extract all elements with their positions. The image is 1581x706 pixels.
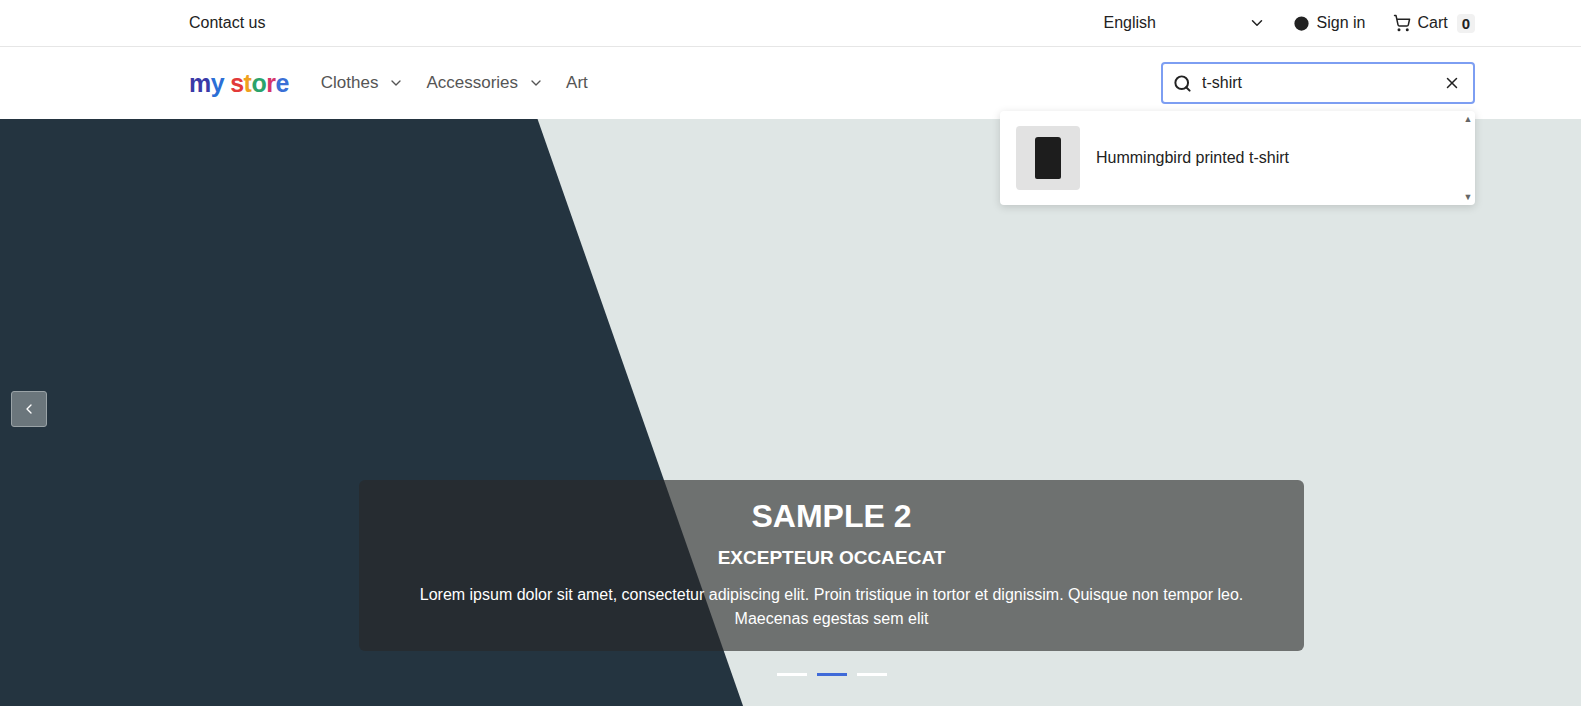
main-nav: Clothes Accessories Art [321, 73, 588, 93]
product-thumbnail [1016, 126, 1080, 190]
search: Hummingbird printed t-shirt▲▼ [1161, 62, 1475, 104]
slide-indicator[interactable] [817, 673, 847, 676]
cart-link[interactable]: Cart0 [1393, 14, 1475, 33]
search-result[interactable]: Hummingbird printed t-shirt [1016, 126, 1461, 190]
chevron-down-icon [1248, 14, 1266, 32]
nav-item[interactable]: Accessories [426, 73, 544, 93]
nav-item[interactable]: Clothes [321, 73, 405, 93]
clear-icon[interactable] [1443, 74, 1461, 92]
contact-link[interactable]: Contact us [189, 14, 265, 32]
scroll-up-icon[interactable]: ▲ [1464, 114, 1473, 124]
header: mystore Clothes Accessories Art Hummingbird … [0, 47, 1581, 119]
hero-carousel: SAMPLE 2EXCEPTEUR OCCAECATLorem ipsum do… [0, 119, 1581, 706]
chevron-down-icon [528, 75, 544, 91]
top-bar: Contact us English Sign in Cart0 [0, 0, 1581, 47]
slide-indicator[interactable] [857, 673, 887, 676]
nav-item[interactable]: Art [566, 73, 588, 93]
search-input[interactable] [1200, 73, 1435, 93]
slide-indicator[interactable] [777, 673, 807, 676]
logo[interactable]: mystore [189, 69, 289, 98]
user-icon [1292, 14, 1311, 33]
search-icon [1173, 74, 1192, 93]
cart-count: 0 [1457, 14, 1475, 33]
search-box [1161, 62, 1475, 104]
slide-caption: SAMPLE 2EXCEPTEUR OCCAECATLorem ipsum do… [359, 480, 1304, 651]
chevron-down-icon [388, 75, 404, 91]
store-page: Contact us English Sign in Cart0 mystore Clot… [0, 0, 1581, 706]
language-select[interactable]: English [1104, 14, 1270, 32]
scroll-down-icon[interactable]: ▼ [1464, 192, 1473, 202]
prev-slide-button[interactable] [11, 391, 47, 427]
scrollbar[interactable]: ▲▼ [1461, 111, 1475, 205]
chevron-left-icon [21, 401, 37, 417]
search-results: Hummingbird printed t-shirt▲▼ [1000, 111, 1475, 205]
sign-in-link[interactable]: Sign in [1292, 14, 1366, 33]
slide-indicators [777, 673, 887, 676]
cart-icon [1393, 14, 1411, 32]
